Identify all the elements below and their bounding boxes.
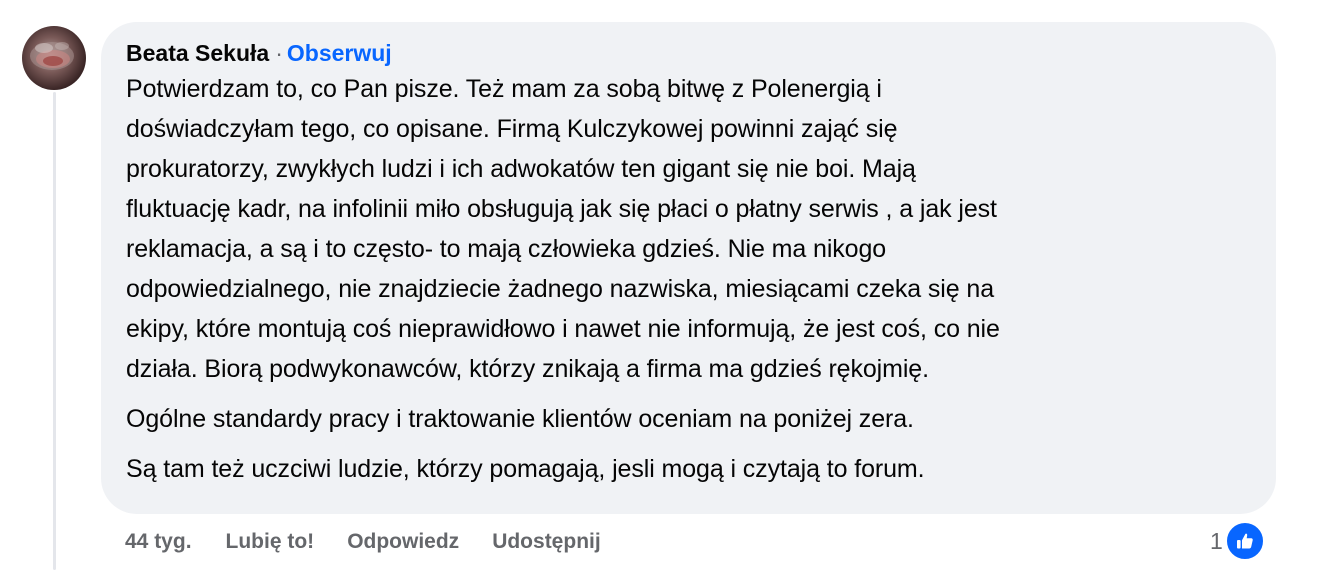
follow-link[interactable]: Obserwuj: [287, 40, 392, 66]
reaction-count: 1: [1210, 527, 1223, 554]
reactions-summary[interactable]: 1: [1210, 521, 1265, 561]
comment-paragraph-2: Ogólne standardy pracy i traktowanie kli…: [126, 405, 914, 433]
like-thumb-icon: [1224, 521, 1265, 561]
separator-dot: ·: [275, 40, 283, 66]
comment-bubble: Beata Sekuła · Obserwuj Potwierdzam to, co…: [101, 22, 1276, 514]
comment-header: Beata Sekuła · Obserwuj: [126, 37, 1252, 69]
avatar[interactable]: [22, 26, 86, 90]
author-name[interactable]: Beata Sekuła: [126, 40, 269, 66]
thread-line: [53, 92, 56, 570]
like-button[interactable]: Lubię to!: [226, 530, 315, 554]
avatar-image: [30, 42, 74, 70]
comment-paragraph-1: Potwierdzam to, co Pan pisze. Też mam za…: [126, 75, 1000, 383]
comment-paragraph-3: Są tam też uczciwi ludzie, którzy pomaga…: [126, 455, 925, 483]
share-button[interactable]: Udostępnij: [492, 530, 601, 554]
comment-actions: 44 tyg. Lubię to! Odpowiedz Udostępnij: [125, 525, 634, 559]
comment-timestamp[interactable]: 44 tyg.: [125, 530, 192, 554]
reply-button[interactable]: Odpowiedz: [347, 530, 459, 554]
